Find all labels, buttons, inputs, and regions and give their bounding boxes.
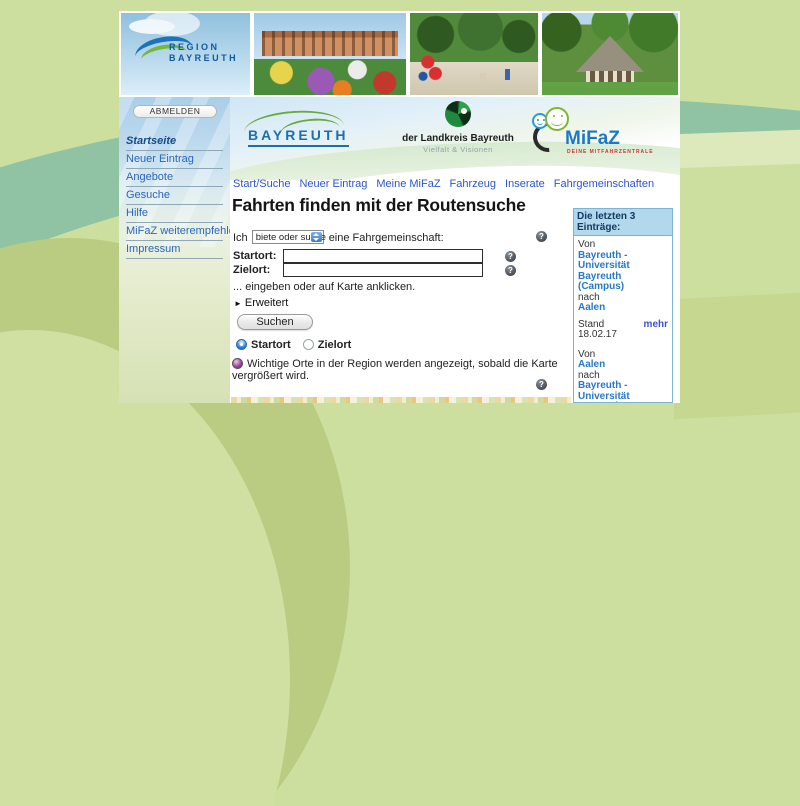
page-body: ABMELDEN Startseite Neuer Eintrag Angebo…: [119, 97, 680, 403]
entry-from-link[interactable]: Bayreuth - Universität Bayreuth (Campus): [578, 251, 668, 293]
banner-photo-festspielhaus: [252, 11, 408, 97]
child-figure: [505, 69, 510, 80]
latest-entries-box: Die letzten 3 Einträge: Von Bayreuth - U…: [573, 208, 673, 403]
page-container: REGION BAYREUTH ABMELDEN: [119, 0, 680, 403]
sidebar-item-impressum[interactable]: Impressum: [126, 241, 223, 259]
nav-neuer-eintrag[interactable]: Neuer Eintrag: [299, 178, 367, 190]
entry-to-link[interactable]: Aalen: [578, 303, 668, 314]
cloud-decoration: [129, 19, 175, 34]
triangle-right-icon: ►: [234, 299, 242, 308]
map-help-icon[interactable]: ?: [536, 379, 547, 390]
entry-from-link[interactable]: Aalen: [578, 360, 668, 371]
map-note-text: Wichtige Orte in der Region werden angez…: [232, 358, 558, 382]
list-item: Von Aalen nach Bayreuth - Universität Ba…: [578, 350, 668, 404]
sidebar-item-hilfe[interactable]: Hilfe: [126, 205, 223, 223]
nav-fahrgemeinschaften[interactable]: Fahrgemeinschaften: [554, 178, 654, 190]
left-sidebar: ABMELDEN Startseite Neuer Eintrag Angebo…: [119, 97, 230, 403]
logo-strip: BAYREUTH der Landkreis Bayreuth Vielfalt…: [230, 97, 680, 180]
sidebar-nav: Startseite Neuer Eintrag Angebote Gesuch…: [126, 133, 223, 259]
fahrgemeinschaft-label: eine Fahrgemeinschaft:: [329, 232, 444, 244]
latest-entries-title: Die letzten 3 Einträge:: [574, 209, 672, 236]
header-banner: REGION BAYREUTH: [119, 11, 680, 97]
entry-date: 18.02.17: [578, 330, 668, 341]
mifaz-logo-text: MiFaZ: [565, 128, 620, 150]
poi-marker-icon: [232, 358, 243, 369]
page-title: Fahrten finden mit der Routensuche: [232, 195, 526, 216]
top-navigation: Start/Suche Neuer Eintrag Meine MiFaZ Fahrz…: [233, 178, 663, 190]
sidebar-item-angebote[interactable]: Angebote: [126, 169, 223, 187]
stand-label: Stand: [578, 319, 604, 330]
zielort-help-icon[interactable]: ?: [505, 265, 516, 276]
banner-photo-region-logo: REGION BAYREUTH: [119, 11, 252, 97]
landkreis-swirl-icon: [445, 101, 471, 127]
startort-row: Startort:: [233, 249, 483, 263]
entry-to-link[interactable]: Bayreuth - Universität Bayreuth (Campus): [578, 381, 668, 403]
landkreis-logo-title: der Landkreis Bayreuth: [398, 133, 518, 144]
zielort-radio-label[interactable]: Zielort: [318, 339, 352, 351]
suchen-button[interactable]: Suchen: [237, 314, 313, 330]
select-stepper-icon: [311, 232, 322, 242]
map-hint-text: ... eingeben oder auf Karte anklicken.: [233, 281, 415, 293]
offer-search-row: Ich biete oder suche eine Fahrgemeinschaft…: [233, 230, 444, 244]
sidebar-item-mifaz-weiterempfehlen[interactable]: MiFaZ weiterempfehlen: [126, 223, 223, 241]
banner-photo-park: [408, 11, 540, 97]
startort-label: Startort:: [233, 250, 283, 262]
startort-radio[interactable]: [236, 339, 247, 350]
stadt-bayreuth-logo[interactable]: BAYREUTH: [248, 127, 349, 147]
ich-label: Ich: [233, 232, 248, 244]
logout-button[interactable]: ABMELDEN: [133, 105, 217, 118]
zielort-label: Zielort:: [233, 264, 283, 276]
landkreis-bayreuth-logo[interactable]: der Landkreis Bayreuth Vielfalt & Vision…: [398, 101, 518, 154]
biete-suche-select[interactable]: biete oder suche: [252, 230, 324, 244]
list-item: Von Bayreuth - Universität Bayreuth (Cam…: [578, 240, 668, 341]
map-edge[interactable]: [231, 397, 571, 403]
right-band-decoration: [674, 130, 800, 168]
sidebar-item-startseite[interactable]: Startseite: [126, 133, 223, 151]
red-playground-equipment: [418, 55, 446, 83]
latest-entries-list: Von Bayreuth - Universität Bayreuth (Cam…: [574, 236, 672, 403]
nav-meine-mifaz[interactable]: Meine MiFaZ: [376, 178, 440, 190]
radio-row: Startort Zielort: [236, 339, 351, 351]
zielort-radio[interactable]: [303, 339, 314, 350]
region-logo-text: REGION BAYREUTH: [169, 42, 238, 64]
von-label: Von: [578, 240, 668, 251]
farmhouse-roof: [576, 36, 644, 72]
help-icon[interactable]: ?: [536, 231, 547, 242]
erweitert-label: Erweitert: [245, 297, 288, 309]
mifaz-logo-tagline: DEINE MITFAHRZENTRALE: [567, 149, 654, 155]
nav-fahrzeug[interactable]: Fahrzeug: [450, 178, 496, 190]
farm-grass: [542, 82, 678, 95]
nav-start-suche[interactable]: Start/Suche: [233, 178, 290, 190]
region-bayreuth-logo: REGION BAYREUTH: [137, 37, 249, 81]
sidebar-item-gesuche[interactable]: Gesuche: [126, 187, 223, 205]
mifaz-logo[interactable]: MiFaZ DEINE MITFAHRZENTRALE: [532, 107, 662, 167]
landkreis-logo-subtitle: Vielfalt & Visionen: [398, 145, 518, 154]
startort-input[interactable]: [283, 249, 483, 263]
startort-radio-label[interactable]: Startort: [251, 339, 291, 351]
zielort-input[interactable]: [283, 263, 483, 277]
map-note-row: Wichtige Orte in der Region werden angez…: [232, 358, 577, 382]
child-figure-2: [480, 73, 486, 82]
sidebar-item-neuer-eintrag[interactable]: Neuer Eintrag: [126, 151, 223, 169]
startort-help-icon[interactable]: ?: [505, 251, 516, 262]
flowerbeds: [254, 59, 406, 95]
festspielhaus-building: [262, 31, 398, 56]
nav-inserate[interactable]: Inserate: [505, 178, 545, 190]
mehr-link[interactable]: mehr: [644, 320, 668, 331]
farmhouse-wall: [586, 71, 634, 82]
right-band-decoration-2: [674, 293, 800, 420]
zielort-row: Zielort:: [233, 263, 483, 277]
banner-photo-farmhouse: [540, 11, 680, 97]
erweitert-toggle[interactable]: ►Erweitert: [234, 297, 288, 309]
